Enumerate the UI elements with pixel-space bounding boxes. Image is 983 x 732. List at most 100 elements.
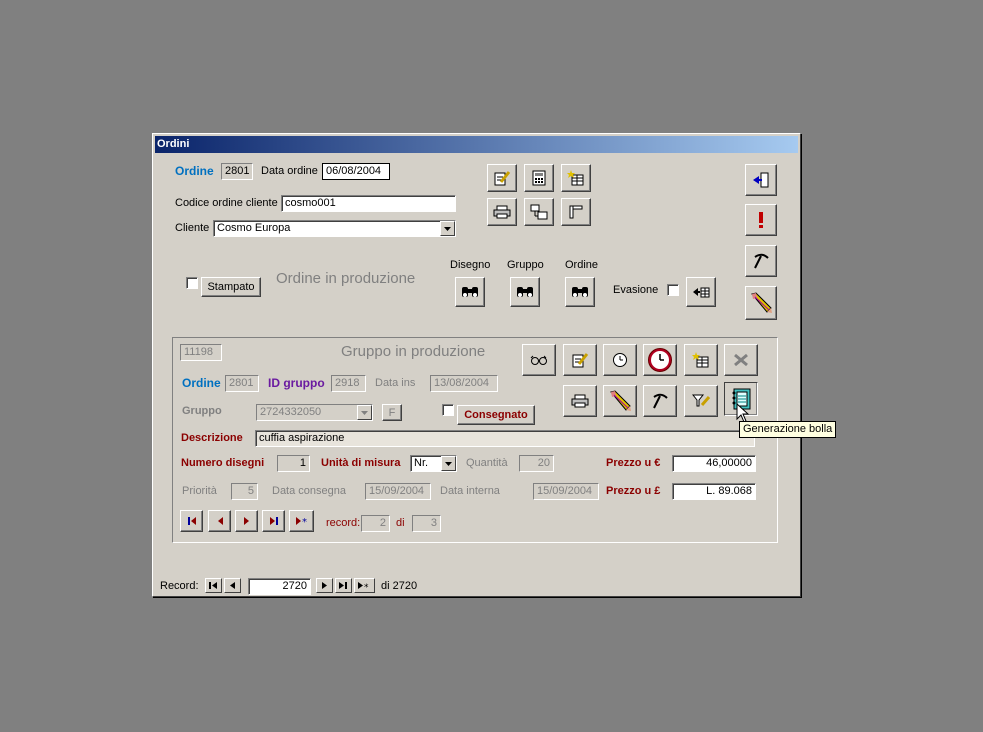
prezzo-lire-field[interactable]: L. 89.068 xyxy=(672,483,756,500)
edit-group-button[interactable] xyxy=(563,344,597,376)
search-ordine-button[interactable] xyxy=(565,277,595,307)
new-group-button[interactable] xyxy=(684,344,718,376)
group-first-record-button[interactable] xyxy=(180,510,203,532)
unita-dropdown-button[interactable] xyxy=(441,456,456,471)
first-record-icon xyxy=(187,517,196,525)
consegnato-checkbox[interactable] xyxy=(442,404,454,416)
codice-ordine-field[interactable]: cosmo001 xyxy=(281,195,456,212)
descrizione-field[interactable]: cuffia aspirazione xyxy=(255,430,755,447)
consegnato-button[interactable]: Consegnato xyxy=(457,405,535,425)
gruppo-select[interactable]: 2724332050 xyxy=(256,404,373,421)
print-group-button[interactable] xyxy=(563,385,597,417)
ordine-field: 2801 xyxy=(221,163,253,180)
group-new-record-button[interactable]: * xyxy=(289,510,314,532)
new-record-button[interactable] xyxy=(561,164,591,192)
disegno-label: Disegno xyxy=(450,259,491,271)
data-consegna-label: Data consegna xyxy=(272,485,346,497)
codice-ordine-label: Codice ordine cliente xyxy=(175,197,278,209)
chevron-down-icon xyxy=(361,410,368,415)
view-details-button[interactable] xyxy=(522,344,556,376)
footer-first-button[interactable] xyxy=(205,578,222,593)
delete-group-button[interactable] xyxy=(724,344,758,376)
delete-disabled-icon xyxy=(734,353,748,367)
footer-next-button[interactable] xyxy=(316,578,333,593)
gruppo-dropdown-button[interactable] xyxy=(357,405,372,420)
tools-button[interactable] xyxy=(745,245,777,277)
ruler-button[interactable] xyxy=(561,198,591,226)
schedule-button[interactable] xyxy=(643,344,677,376)
prezzo-euro-field[interactable]: 46,00000 xyxy=(672,455,756,472)
gruppo-ordine-field: 2801 xyxy=(225,375,259,392)
descrizione-label: Descrizione xyxy=(181,432,243,444)
calculator-button[interactable] xyxy=(524,164,554,192)
pencil-button[interactable] xyxy=(745,286,777,320)
footer-record-field[interactable]: 2720 xyxy=(248,578,311,595)
new-table-icon xyxy=(692,352,709,368)
pencil-icon xyxy=(610,390,631,411)
new-record-icon: * xyxy=(295,517,307,526)
evasione-button[interactable] xyxy=(686,277,716,307)
quantita-field: 20 xyxy=(519,455,554,472)
cliente-dropdown-button[interactable] xyxy=(440,221,455,236)
cliente-select[interactable]: Cosmo Europa xyxy=(213,220,456,237)
id-gruppo-field: 2918 xyxy=(331,375,366,392)
gruppo-search-label: Gruppo xyxy=(507,259,544,271)
exclamation-icon xyxy=(759,212,763,228)
stampato-checkbox[interactable] xyxy=(186,277,198,289)
data-consegna-field: 15/09/2004 xyxy=(365,483,431,500)
edit-pencil-icon xyxy=(572,353,589,368)
footer-last-button[interactable] xyxy=(335,578,352,593)
copy-records-button[interactable] xyxy=(524,198,554,226)
unita-misura-value: Nr. xyxy=(414,457,429,469)
alarm-clock-icon xyxy=(648,348,672,372)
exit-button[interactable] xyxy=(745,164,777,196)
last-record-icon xyxy=(269,517,278,525)
prev-record-icon xyxy=(217,517,223,525)
prezzo-lire-label: Prezzo u £ xyxy=(606,485,661,497)
prev-record-icon xyxy=(229,582,235,589)
generazione-bolla-tooltip: Generazione bolla xyxy=(739,421,837,438)
id-gruppo-label: ID gruppo xyxy=(268,376,325,390)
ordine-status-text: Ordine in produzione xyxy=(276,270,416,287)
glasses-icon xyxy=(530,355,547,365)
group-prev-record-button[interactable] xyxy=(208,510,231,532)
print-button[interactable] xyxy=(487,198,517,226)
unita-misura-select[interactable]: Nr. xyxy=(410,455,457,472)
pencil-icon xyxy=(751,292,772,313)
footer-new-button[interactable]: * xyxy=(354,578,375,593)
consegnato-label: Consegnato xyxy=(464,409,528,421)
footer-prev-button[interactable] xyxy=(224,578,241,593)
binoculars-icon xyxy=(572,287,588,297)
unita-misura-label: Unità di misura xyxy=(321,457,401,469)
ordine-search-label: Ordine xyxy=(565,259,599,271)
quantita-label: Quantità xyxy=(466,457,508,469)
pickaxe-icon xyxy=(653,393,668,409)
group-tools-button[interactable] xyxy=(643,385,677,417)
new-record-icon: * xyxy=(357,581,369,590)
annotate-button[interactable] xyxy=(603,385,637,417)
search-disegno-button[interactable] xyxy=(455,277,485,307)
calculator-icon xyxy=(532,170,546,186)
group-next-record-button[interactable] xyxy=(235,510,258,532)
ordine-label: Ordine xyxy=(175,164,214,178)
gruppo-status-text: Gruppo in produzione xyxy=(341,343,486,360)
time-button[interactable] xyxy=(603,344,637,376)
data-ordine-label: Data ordine xyxy=(261,165,318,177)
edit-order-button[interactable] xyxy=(487,164,517,192)
data-ordine-field[interactable]: 06/08/2004 xyxy=(322,163,390,180)
alert-button[interactable] xyxy=(745,204,777,236)
data-interna-label: Data interna xyxy=(440,485,500,497)
evasione-label: Evasione xyxy=(613,284,659,296)
search-gruppo-button[interactable] xyxy=(510,277,540,307)
pickaxe-icon xyxy=(754,253,769,269)
group-last-record-button[interactable] xyxy=(262,510,285,532)
f-label: F xyxy=(388,406,396,419)
f-button[interactable]: F xyxy=(382,404,402,421)
evasione-checkbox[interactable] xyxy=(667,284,679,296)
stampato-button[interactable]: Stampato xyxy=(201,277,261,297)
data-interna-field: 15/09/2004 xyxy=(533,483,599,500)
filter-icon xyxy=(692,394,710,407)
printer-icon xyxy=(571,394,589,408)
last-record-icon xyxy=(339,582,347,589)
filter-button[interactable] xyxy=(684,385,718,417)
